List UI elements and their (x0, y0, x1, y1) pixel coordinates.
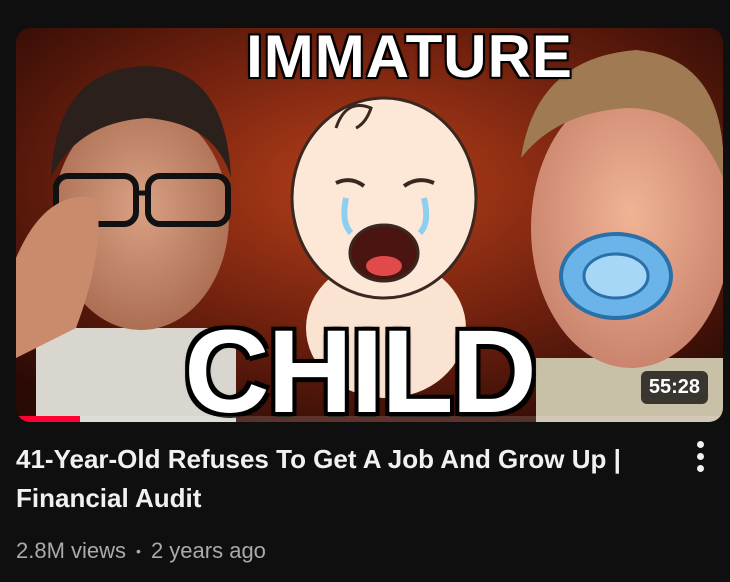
menu-dot (696, 452, 704, 460)
video-metadata: 2.8M views • 2 years ago (16, 538, 266, 564)
meta-separator: • (136, 543, 141, 559)
menu-dot (696, 440, 704, 448)
thumbnail-top-text: IMMATURE (246, 28, 573, 90)
video-title[interactable]: 41-Year-Old Refuses To Get A Job And Gro… (16, 440, 656, 518)
menu-dot (696, 464, 704, 472)
more-vertical-icon[interactable] (683, 436, 717, 476)
video-thumbnail[interactable]: IMMATURE CHILD 55:28 (16, 28, 723, 422)
watch-progress-fill (16, 416, 80, 422)
duration-badge: 55:28 (640, 371, 708, 404)
thumbnail-bottom-text: CHILD (184, 306, 537, 422)
upload-age: 2 years ago (150, 538, 266, 563)
view-count: 2.8M views (16, 538, 127, 563)
watch-progress-bar (16, 416, 723, 422)
